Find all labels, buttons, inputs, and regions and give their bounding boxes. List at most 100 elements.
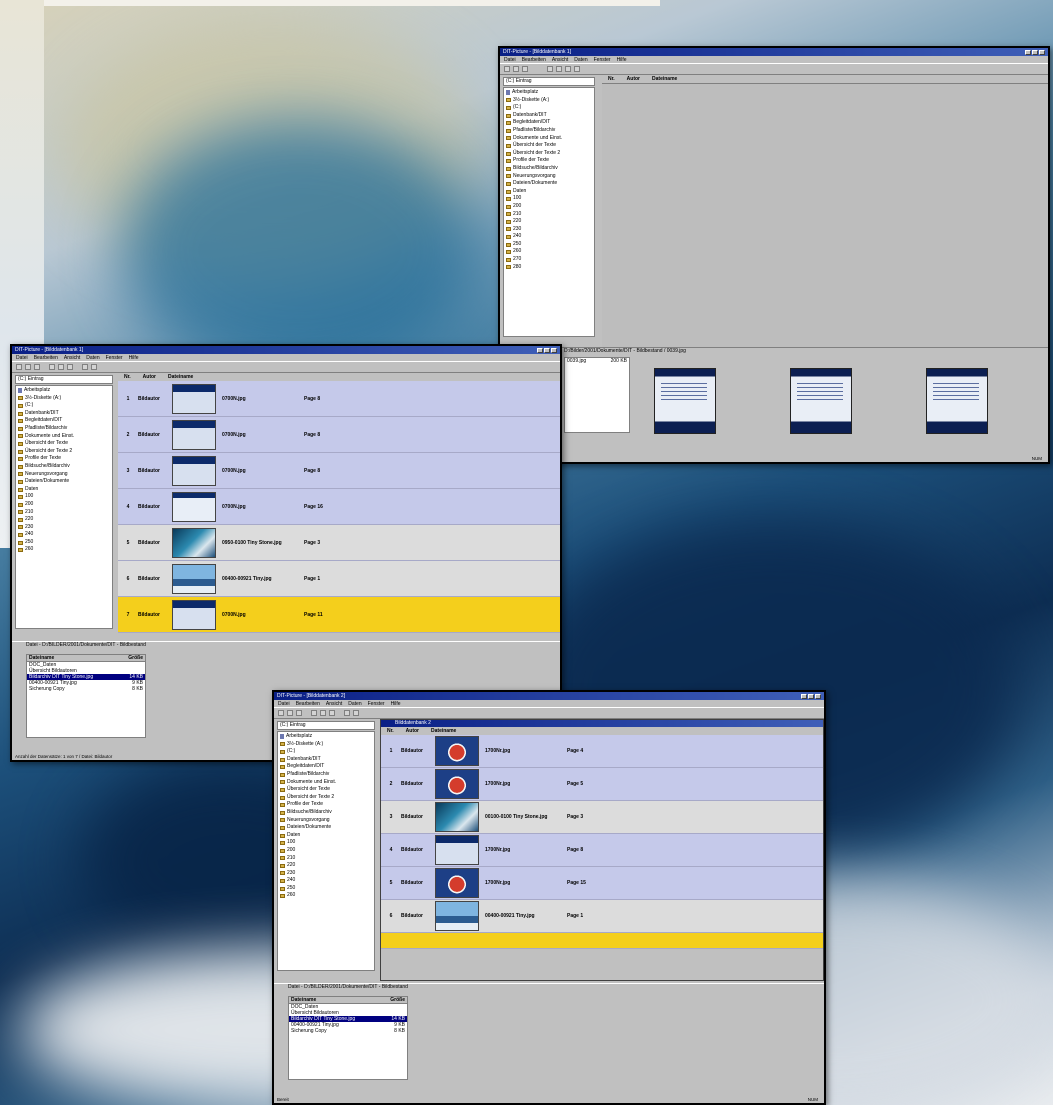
tree-item[interactable]: Datenbank/DIT xyxy=(506,112,594,120)
menu-fenster[interactable]: Fenster xyxy=(106,355,123,361)
cut-icon[interactable] xyxy=(311,710,317,716)
tree-item[interactable]: 240 xyxy=(280,877,374,885)
file-list-small[interactable]: 0039.jpg 200 KB xyxy=(564,357,630,433)
tree-item[interactable]: Dateien/Dokumente xyxy=(506,180,594,188)
tree-item[interactable]: 230 xyxy=(506,226,594,234)
tree-item[interactable]: Übersicht der Texte 2 xyxy=(18,448,112,456)
copy-icon[interactable] xyxy=(58,364,64,370)
title-bar[interactable]: DIT-Picture - [Bilddatenbank 2] xyxy=(274,692,824,700)
tree-item[interactable]: Übersicht der Texte 2 xyxy=(506,150,594,158)
file-item[interactable]: 0039.jpg 200 KB xyxy=(565,358,629,364)
table-row[interactable]: 1 Bildautor 1700Nr.jpg Page 4 xyxy=(381,735,823,768)
tree-item[interactable]: Begleitdaten/DIT xyxy=(506,119,594,127)
file-list[interactable]: Dateiname Größe DOC_Daten Übersicht Bilda… xyxy=(288,996,408,1080)
table-row-selected[interactable] xyxy=(381,933,823,949)
table-row[interactable]: 3 Bildautor 0700N.jpg Page 8 xyxy=(118,453,560,489)
help-icon[interactable] xyxy=(91,364,97,370)
tree-item[interactable]: 200 xyxy=(18,501,112,509)
close-button[interactable] xyxy=(1039,49,1045,55)
tree-item[interactable]: Daten xyxy=(18,486,112,494)
menu-daten[interactable]: Daten xyxy=(348,701,361,707)
table-row[interactable]: 3 Bildautor 00100-0100 Tiny Stone.jpg Page … xyxy=(381,801,823,834)
cut-icon[interactable] xyxy=(547,66,553,72)
new-icon[interactable] xyxy=(16,364,22,370)
tree-item[interactable]: 220 xyxy=(280,862,374,870)
new-icon[interactable] xyxy=(504,66,510,72)
drive-select[interactable]: (C:) Eintrag xyxy=(503,77,595,86)
col-nr[interactable]: Nr. xyxy=(118,374,137,380)
tree-item[interactable]: Arbeitsplatz xyxy=(280,733,374,741)
tree-item[interactable]: 100 xyxy=(18,493,112,501)
menu-datei[interactable]: Datei xyxy=(16,355,28,361)
tree-item[interactable]: Übersicht der Texte xyxy=(280,786,374,794)
cut-icon[interactable] xyxy=(49,364,55,370)
mdi-title-bar[interactable]: Bilddatenbank 2 xyxy=(381,720,823,727)
table-row[interactable]: 1 Bildautor 0700N.jpg Page 8 xyxy=(118,381,560,417)
title-bar[interactable]: DIT-Picture - [Bilddatenbank 1] xyxy=(500,48,1048,56)
save-icon[interactable] xyxy=(34,364,40,370)
tree-item[interactable]: 240 xyxy=(18,531,112,539)
tree-item[interactable]: Daten xyxy=(280,832,374,840)
preview-thumbnail[interactable] xyxy=(654,368,716,434)
table-row[interactable]: 6 Bildautor 00400-00921 Tiny.jpg Page 1 xyxy=(381,900,823,933)
tree-item[interactable]: 3½-Diskette (A:) xyxy=(18,395,112,403)
col-autor[interactable]: Autor xyxy=(400,728,425,734)
table-row[interactable]: 2 Bildautor 1700Nr.jpg Page 5 xyxy=(381,768,823,801)
col-dateiname[interactable]: Dateiname xyxy=(425,728,462,734)
table-row[interactable]: 6 Bildautor 00400-00921 Tiny.jpg Page 1 xyxy=(118,561,560,597)
close-button[interactable] xyxy=(551,347,557,353)
help-icon[interactable] xyxy=(574,66,580,72)
tree-item[interactable]: Pfadliste/Bildarchiv xyxy=(280,771,374,779)
tree-item[interactable]: Datenbank/DIT xyxy=(18,410,112,418)
col-dateiname[interactable]: Dateiname xyxy=(646,76,683,82)
tree-item[interactable]: Neuerungsvorgang xyxy=(280,817,374,825)
open-icon[interactable] xyxy=(25,364,31,370)
tree-item[interactable]: Übersicht der Texte xyxy=(506,142,594,150)
tree-item[interactable]: Profile der Texte xyxy=(506,157,594,165)
table-row[interactable]: 2 Bildautor 0700N.jpg Page 8 xyxy=(118,417,560,453)
menu-daten[interactable]: Daten xyxy=(574,57,587,63)
tree-item[interactable]: 260 xyxy=(506,248,594,256)
title-bar[interactable]: DIT-Picture - [Bilddatenbank 1] xyxy=(12,346,560,354)
tree-item[interactable]: 100 xyxy=(506,195,594,203)
save-icon[interactable] xyxy=(296,710,302,716)
tree-item[interactable]: (C:) xyxy=(506,104,594,112)
tree-item[interactable]: 3½-Diskette (A:) xyxy=(280,741,374,749)
print-icon[interactable] xyxy=(565,66,571,72)
tree-item[interactable]: 260 xyxy=(280,892,374,900)
menu-fenster[interactable]: Fenster xyxy=(594,57,611,63)
tree-item[interactable]: Bildsuche/Bildarchiv xyxy=(18,463,112,471)
menu-ansicht[interactable]: Ansicht xyxy=(326,701,342,707)
tree-item[interactable]: Arbeitsplatz xyxy=(18,387,112,395)
table-row[interactable]: 5 Bildautor 1700Nr.jpg Page 15 xyxy=(381,867,823,900)
maximize-button[interactable] xyxy=(1032,49,1038,55)
file-list[interactable]: Dateiname Größe DOC_Daten Übersicht Bilda… xyxy=(26,654,146,738)
tree-item[interactable]: Übersicht der Texte xyxy=(18,440,112,448)
tree-item[interactable]: Daten xyxy=(506,188,594,196)
paste-icon[interactable] xyxy=(329,710,335,716)
window-bottom[interactable]: DIT-Picture - [Bilddatenbank 2] Datei Be… xyxy=(272,690,826,1105)
tree-item[interactable]: 250 xyxy=(280,885,374,893)
tree-item[interactable]: (C:) xyxy=(280,748,374,756)
tree-item[interactable]: 220 xyxy=(18,516,112,524)
col-autor[interactable]: Autor xyxy=(621,76,646,82)
tree-item[interactable]: (C:) xyxy=(18,402,112,410)
folder-tree[interactable]: Arbeitsplatz 3½-Diskette (A:) (C:) Daten… xyxy=(277,731,375,971)
col-nr[interactable]: Nr. xyxy=(602,76,621,82)
menu-datei[interactable]: Datei xyxy=(278,701,290,707)
tree-item[interactable]: Dateien/Dokumente xyxy=(18,478,112,486)
tree-item[interactable]: 280 xyxy=(506,264,594,272)
preview-thumbnail[interactable] xyxy=(926,368,988,434)
tree-item[interactable]: 250 xyxy=(506,241,594,249)
tree-item[interactable]: Begleitdaten/DIT xyxy=(18,417,112,425)
tree-item[interactable]: 200 xyxy=(280,847,374,855)
tree-item[interactable]: Neuerungsvorgang xyxy=(18,471,112,479)
tree-item[interactable]: 240 xyxy=(506,233,594,241)
minimize-button[interactable] xyxy=(1025,49,1031,55)
save-icon[interactable] xyxy=(522,66,528,72)
tree-item[interactable]: 260 xyxy=(18,546,112,554)
tree-item[interactable]: Begleitdaten/DIT xyxy=(280,763,374,771)
tree-item[interactable]: 200 xyxy=(506,203,594,211)
folder-tree[interactable]: Arbeitsplatz 3½-Diskette (A:) (C:) Daten… xyxy=(15,385,113,629)
table-row[interactable]: 4 Bildautor 1700Nr.jpg Page 8 xyxy=(381,834,823,867)
